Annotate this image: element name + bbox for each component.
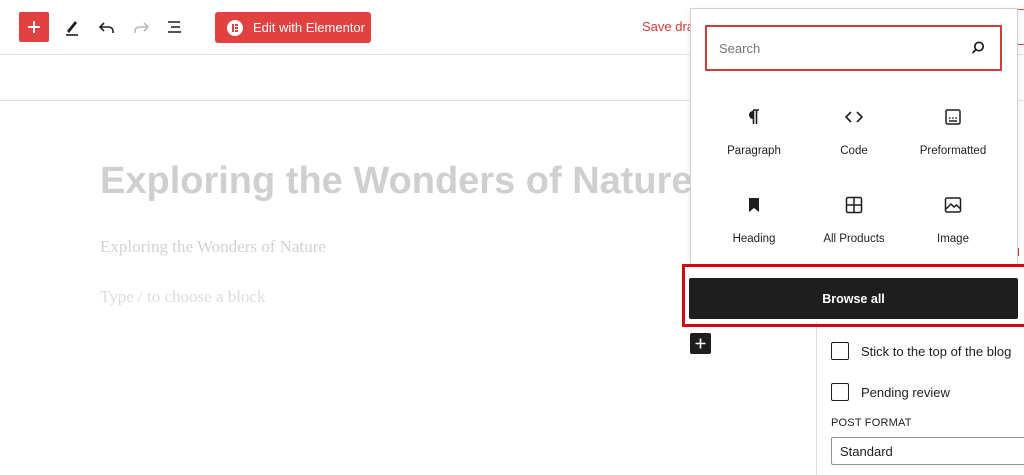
image-icon — [941, 193, 965, 217]
empty-block-placeholder[interactable]: Type / to choose a block — [100, 287, 265, 307]
block-all-products[interactable]: All Products — [806, 193, 902, 257]
preformatted-icon — [941, 105, 965, 129]
pencil-icon — [66, 21, 78, 36]
elementor-button-label: Edit with Elementor — [253, 20, 365, 35]
checkbox-box[interactable] — [831, 342, 849, 360]
grid-icon — [842, 193, 866, 217]
block-label: Code — [840, 145, 868, 157]
inline-add-block-button[interactable] — [690, 333, 711, 354]
inserter-search[interactable] — [705, 25, 1002, 71]
post-format-label: POST FORMAT — [831, 417, 912, 429]
list-view-icon — [168, 21, 181, 33]
stick-to-top-checkbox[interactable]: Stick to the top of the blog — [831, 342, 1011, 360]
checkbox-box[interactable] — [831, 383, 849, 401]
block-label: Paragraph — [727, 145, 781, 157]
block-label: Preformatted — [919, 145, 987, 157]
search-icon[interactable] — [969, 39, 987, 57]
elementor-logo-icon — [227, 19, 243, 36]
post-subtitle-block[interactable]: Exploring the Wonders of Nature — [100, 237, 326, 257]
block-image[interactable]: Image — [905, 193, 1001, 257]
plus-icon — [695, 338, 706, 349]
tools-button[interactable] — [59, 14, 85, 40]
add-block-button[interactable] — [19, 12, 49, 42]
block-preformatted[interactable]: Preformatted — [905, 105, 1001, 169]
document-overview-button[interactable] — [162, 14, 188, 40]
redo-icon — [134, 22, 150, 33]
undo-button[interactable] — [94, 14, 120, 40]
block-label: Image — [937, 233, 969, 245]
redo-button[interactable] — [128, 14, 154, 40]
block-code[interactable]: Code — [806, 105, 902, 169]
block-paragraph[interactable]: Paragraph — [706, 105, 802, 169]
checkbox-label: Pending review — [861, 384, 950, 400]
undo-icon — [98, 22, 114, 33]
bookmark-icon — [742, 193, 766, 217]
checkbox-label: Stick to the top of the blog — [861, 343, 1012, 359]
paragraph-icon — [742, 105, 766, 129]
post-format-select[interactable]: Standard — [831, 437, 1024, 465]
post-title[interactable]: Exploring the Wonders of Nature — [100, 160, 693, 203]
browse-all-button[interactable]: Browse all — [689, 278, 1018, 319]
block-label: All Products — [823, 233, 885, 245]
block-label: Heading — [732, 233, 776, 245]
edit-with-elementor-button[interactable]: Edit with Elementor — [215, 12, 371, 43]
save-draft-button[interactable]: Save dra — [642, 19, 694, 34]
block-heading[interactable]: Heading — [706, 193, 802, 257]
plus-icon — [28, 21, 40, 33]
pending-review-checkbox[interactable]: Pending review — [831, 383, 950, 401]
code-icon — [842, 105, 866, 129]
search-input[interactable] — [719, 38, 949, 58]
